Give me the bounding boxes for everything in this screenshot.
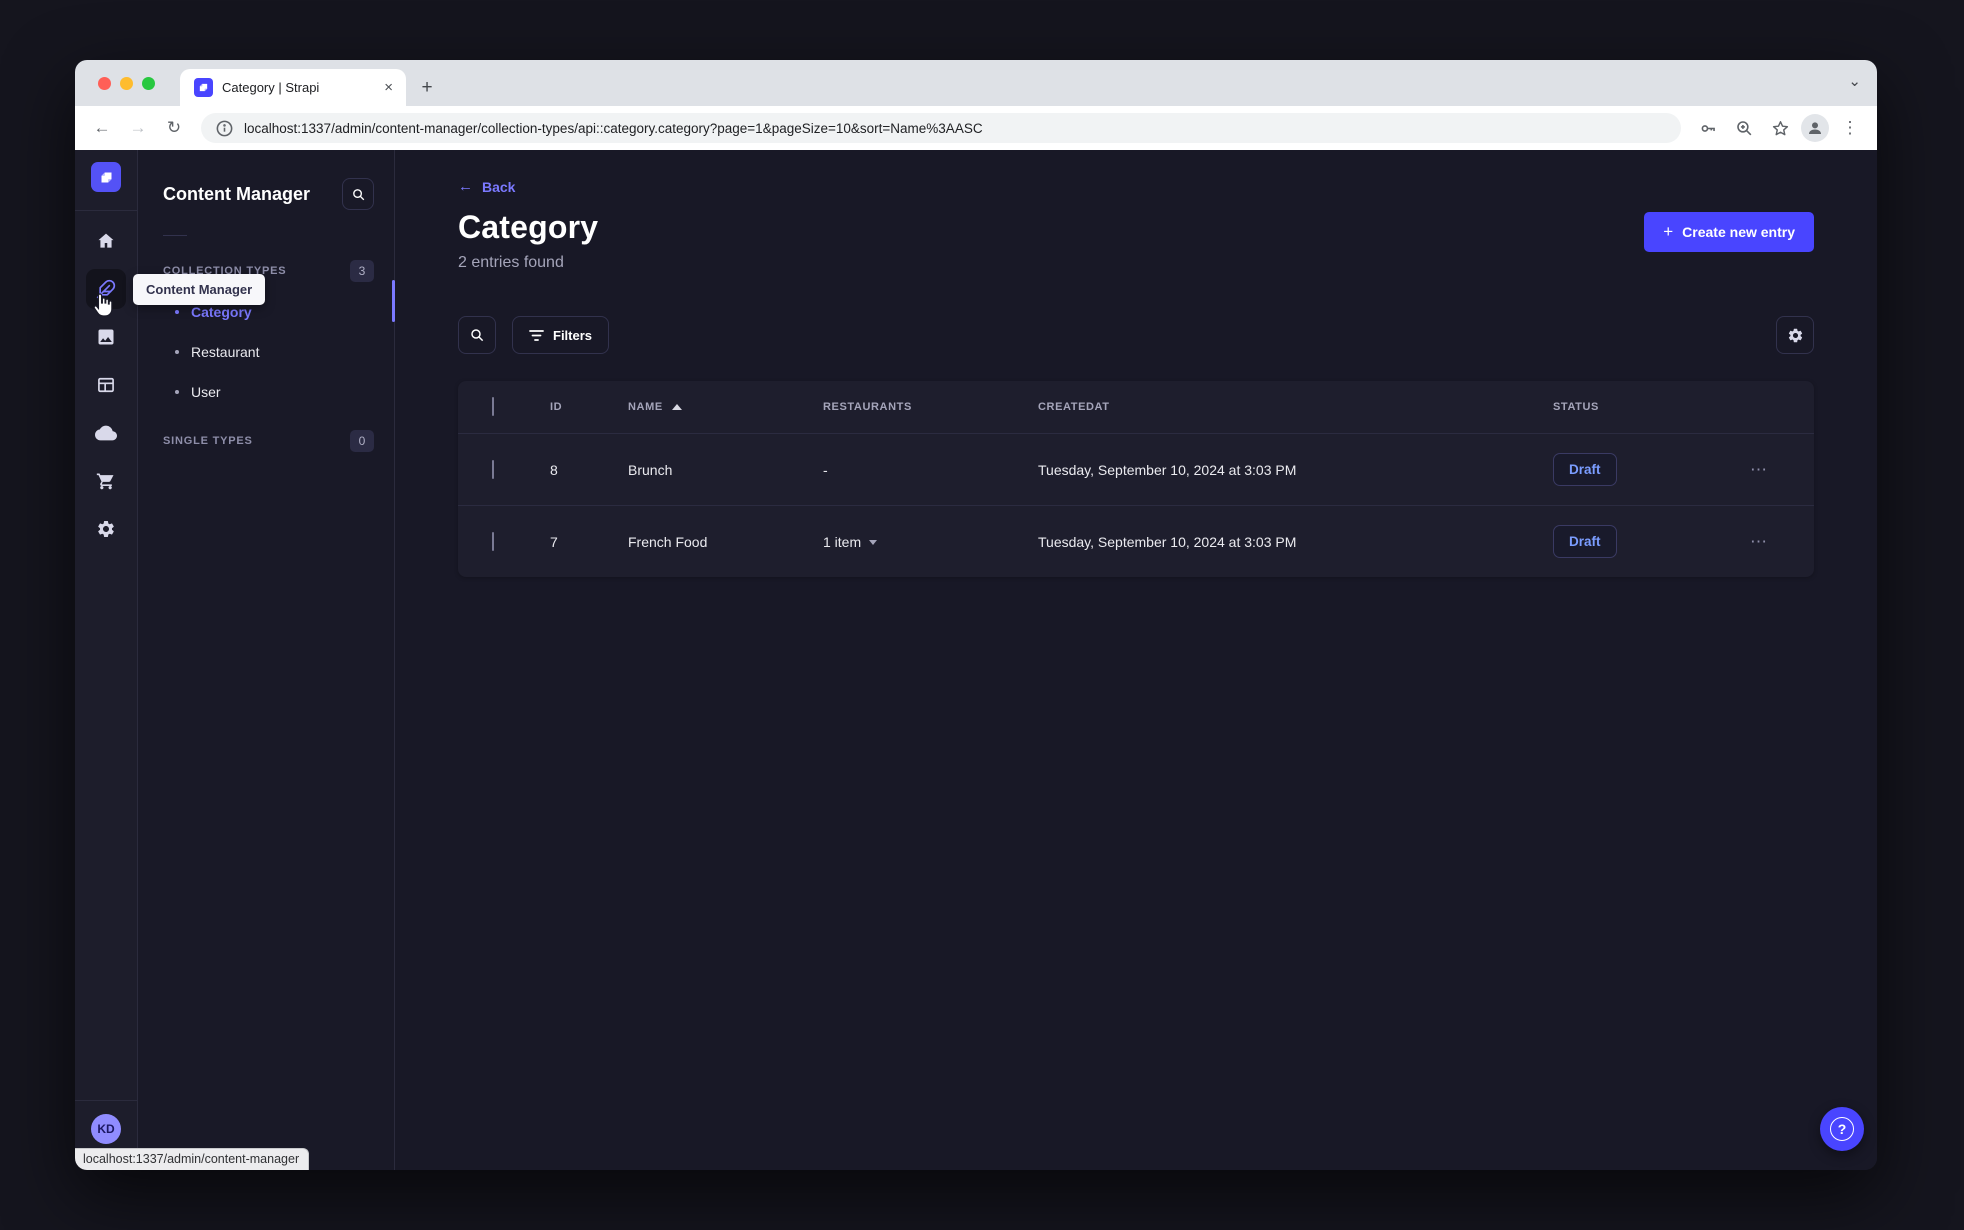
- rail-divider: [75, 210, 137, 211]
- browser-tab-strip: Category | Strapi × + ⌄: [75, 60, 1877, 106]
- marketplace-cart-icon[interactable]: [86, 461, 126, 501]
- plus-icon: +: [1663, 222, 1674, 241]
- status-badge: Draft: [1553, 525, 1617, 558]
- bullet-icon: [175, 350, 179, 354]
- collection-types-count: 3: [350, 260, 374, 282]
- column-header-id[interactable]: ID: [514, 401, 592, 413]
- search-icon: [471, 329, 484, 342]
- password-key-icon[interactable]: [1693, 113, 1723, 143]
- media-library-icon[interactable]: [86, 317, 126, 357]
- column-header-name[interactable]: NAME: [592, 401, 787, 413]
- browser-menu-icon[interactable]: ⋮: [1835, 113, 1865, 143]
- entries-table: ID NAME RESTAURANTS CREATEDAT STATUS 8 B…: [458, 381, 1814, 577]
- gear-icon: [1788, 328, 1802, 342]
- subnav-search-button[interactable]: [342, 178, 374, 210]
- column-header-status[interactable]: STATUS: [1517, 401, 1712, 413]
- select-all-checkbox[interactable]: [492, 397, 494, 416]
- sidebar-item-user[interactable]: User: [163, 372, 374, 412]
- back-link[interactable]: ← Back: [458, 178, 515, 195]
- cloud-deploy-icon[interactable]: [86, 413, 126, 453]
- table-row[interactable]: 8 Brunch - Tuesday, September 10, 2024 a…: [458, 433, 1814, 505]
- browser-tab[interactable]: Category | Strapi ×: [180, 69, 406, 106]
- back-label: Back: [482, 178, 516, 195]
- view-settings-button[interactable]: [1776, 316, 1814, 354]
- cell-createdat: Tuesday, September 10, 2024 at 3:03 PM: [1038, 533, 1297, 550]
- strapi-favicon: [194, 78, 213, 97]
- url-text: localhost:1337/admin/content-manager/col…: [244, 120, 983, 136]
- page-title: Category: [458, 209, 599, 245]
- filter-icon: [529, 329, 544, 341]
- cell-restaurants[interactable]: 1 item: [787, 534, 1002, 550]
- minimize-window-button[interactable]: [120, 77, 133, 90]
- window-controls: [98, 77, 155, 90]
- cell-id: 7: [550, 533, 558, 550]
- nav-item-label: User: [191, 384, 221, 400]
- column-header-createdat[interactable]: CREATEDAT: [1002, 401, 1517, 413]
- entries-count: 2 entries found: [458, 254, 564, 271]
- create-button-label: Create new entry: [1682, 224, 1795, 240]
- table-header-row: ID NAME RESTAURANTS CREATEDAT STATUS: [458, 381, 1814, 433]
- search-icon: [352, 188, 364, 200]
- single-types-count: 0: [350, 430, 374, 452]
- browser-reload-button[interactable]: ↻: [159, 113, 189, 143]
- subnav-title: Content Manager: [163, 183, 311, 204]
- arrow-left-icon: ←: [458, 178, 473, 195]
- bookmark-star-icon[interactable]: [1765, 113, 1795, 143]
- browser-back-button[interactable]: ←: [87, 113, 117, 143]
- cell-name: Brunch: [628, 461, 673, 478]
- close-window-button[interactable]: [98, 77, 111, 90]
- question-mark-icon: ?: [1830, 1117, 1854, 1141]
- content-manager-tooltip: Content Manager: [133, 274, 266, 305]
- tab-close-icon[interactable]: ×: [381, 79, 396, 96]
- cell-id: 8: [550, 461, 558, 478]
- chevron-down-icon: [869, 540, 878, 545]
- status-badge: Draft: [1553, 453, 1617, 486]
- nav-item-label: Category: [191, 304, 252, 320]
- content-type-builder-icon[interactable]: [86, 365, 126, 405]
- new-tab-button[interactable]: +: [412, 73, 442, 103]
- filters-label: Filters: [553, 327, 593, 343]
- settings-gear-icon[interactable]: [86, 509, 126, 549]
- cell-name: French Food: [628, 533, 708, 550]
- tab-overflow-chevron-icon[interactable]: ⌄: [1848, 72, 1861, 90]
- zoom-in-icon[interactable]: [1729, 113, 1759, 143]
- table-row[interactable]: 7 French Food 1 item Tuesday, September …: [458, 505, 1814, 577]
- strapi-admin: KD Content Manager COLLECTION TYPES 3 Ca…: [75, 150, 1877, 1170]
- column-header-restaurants[interactable]: RESTAURANTS: [787, 401, 1002, 413]
- browser-toolbar: ← → ↻ localhost:1337/admin/content-manag…: [75, 106, 1877, 150]
- create-new-entry-button[interactable]: + Create new entry: [1644, 212, 1814, 252]
- bullet-icon: [175, 310, 179, 314]
- home-icon[interactable]: [86, 221, 126, 261]
- help-button[interactable]: ?: [1820, 1107, 1864, 1151]
- single-types-label: SINGLE TYPES: [163, 435, 253, 447]
- filters-button[interactable]: Filters: [512, 316, 610, 354]
- sidebar-item-restaurant[interactable]: Restaurant: [163, 332, 374, 372]
- nav-item-label: Restaurant: [191, 344, 260, 360]
- info-icon[interactable]: [215, 119, 234, 138]
- row-more-actions-icon[interactable]: ⋯: [1748, 460, 1768, 480]
- row-checkbox[interactable]: [492, 459, 494, 479]
- hand-cursor-icon: [93, 293, 113, 317]
- strapi-logo[interactable]: [91, 162, 121, 192]
- tab-title: Category | Strapi: [222, 80, 320, 95]
- sort-ascending-icon: [671, 404, 682, 410]
- address-bar[interactable]: localhost:1337/admin/content-manager/col…: [201, 113, 1681, 143]
- row-checkbox[interactable]: [492, 531, 494, 551]
- cell-createdat: Tuesday, September 10, 2024 at 3:03 PM: [1038, 461, 1297, 478]
- status-bar-link-preview: localhost:1337/admin/content-manager: [75, 1148, 310, 1170]
- table-search-button[interactable]: [458, 316, 496, 354]
- user-avatar[interactable]: KD: [91, 1114, 121, 1144]
- subnav-divider: [163, 235, 187, 236]
- cell-restaurants: -: [823, 461, 828, 478]
- active-item-indicator: [392, 280, 395, 322]
- bullet-icon: [175, 390, 179, 394]
- browser-profile-avatar[interactable]: [1801, 114, 1829, 142]
- browser-window: Category | Strapi × + ⌄ ← → ↻ localhost:…: [75, 60, 1877, 1170]
- row-more-actions-icon[interactable]: ⋯: [1748, 532, 1768, 552]
- browser-forward-button[interactable]: →: [123, 113, 153, 143]
- rail-bottom-divider: [75, 1100, 137, 1101]
- zoom-window-button[interactable]: [142, 77, 155, 90]
- main-content: ← Back Category 2 entries found + Create…: [395, 150, 1877, 1170]
